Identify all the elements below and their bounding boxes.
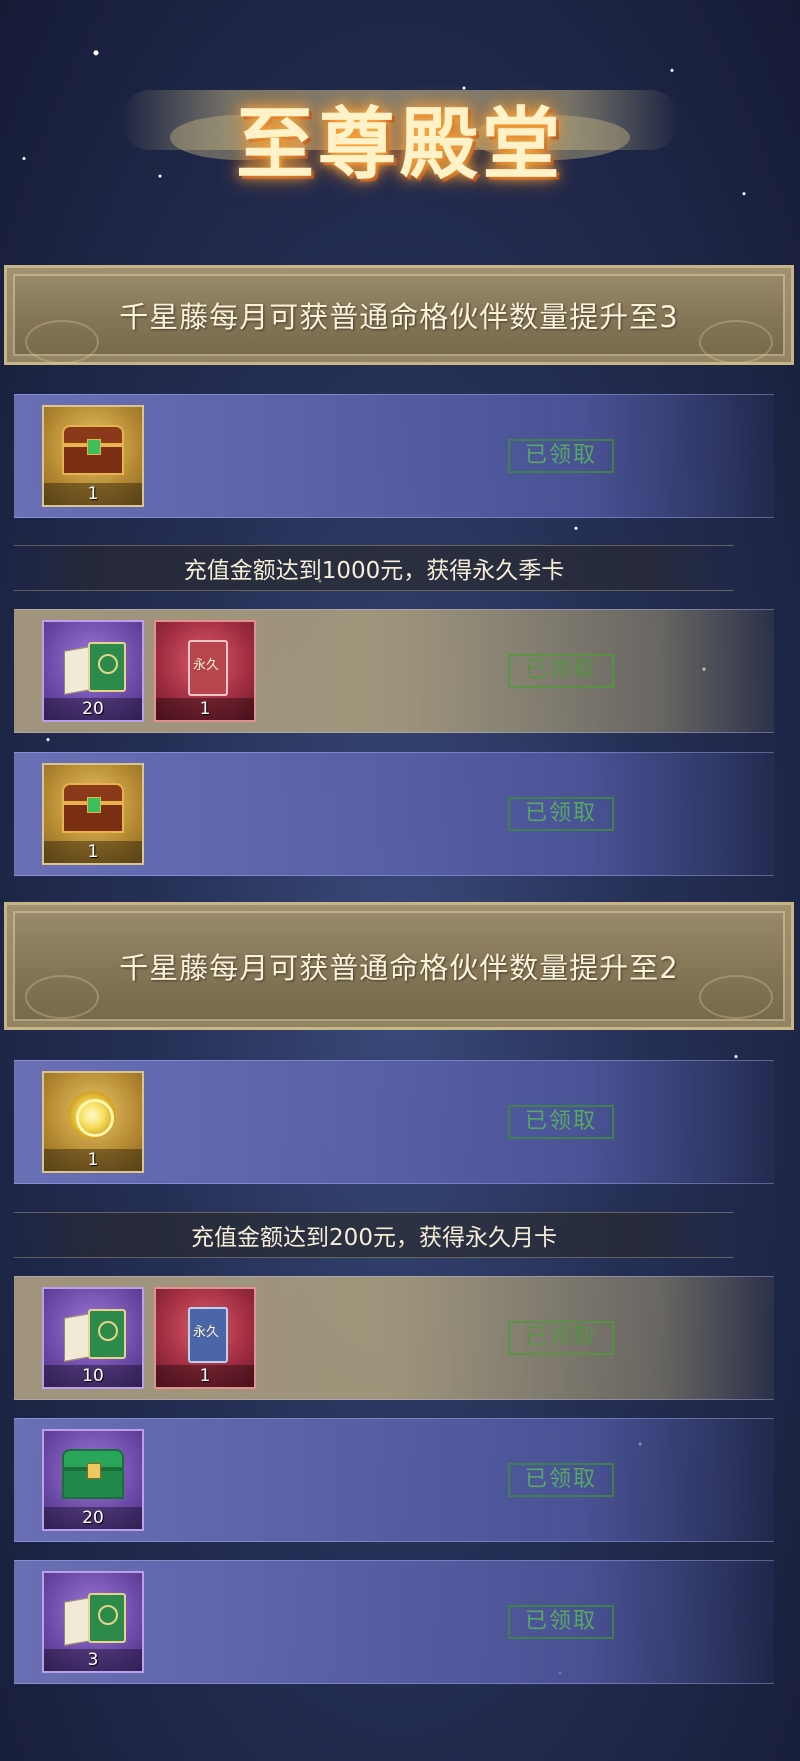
item-count: 20 — [44, 1507, 142, 1529]
permanent-card-icon: 永久 — [174, 1307, 236, 1363]
treasure-chest-icon — [62, 425, 124, 475]
golden-orb-icon — [62, 1091, 124, 1141]
page-title: 至尊殿堂 — [235, 99, 564, 190]
reward-row: 3 已领取 — [14, 1560, 774, 1684]
reward-item[interactable]: 永久 1 — [154, 1287, 256, 1389]
reward-item[interactable]: 1 — [42, 405, 144, 507]
green-chest-icon — [62, 1449, 124, 1499]
claimed-stamp: 已领取 — [508, 1605, 614, 1639]
item-count: 1 — [156, 698, 254, 720]
claimed-stamp: 已领取 — [508, 654, 614, 688]
section-banner-text: 千星藤每月可获普通命格伙伴数量提升至2 — [119, 951, 679, 985]
claimed-stamp: 已领取 — [508, 1321, 614, 1355]
section-banner-text: 千星藤每月可获普通命格伙伴数量提升至3 — [119, 300, 679, 334]
reward-item[interactable]: 永久 1 — [154, 620, 256, 722]
treasure-chest-icon — [62, 783, 124, 833]
item-count: 20 — [44, 698, 142, 720]
reward-item[interactable]: 10 — [42, 1287, 144, 1389]
reward-item[interactable]: 20 — [42, 620, 144, 722]
claimed-stamp: 已领取 — [508, 439, 614, 473]
section-banner-2: 千星藤每月可获普通命格伙伴数量提升至2 — [4, 902, 794, 1030]
item-count: 1 — [44, 483, 142, 505]
claimed-stamp: 已领取 — [508, 797, 614, 831]
reward-item[interactable]: 1 — [42, 763, 144, 865]
skill-book-icon — [62, 1307, 126, 1362]
permanent-card-icon: 永久 — [174, 640, 236, 696]
reward-item[interactable]: 3 — [42, 1571, 144, 1673]
reward-row: 1 已领取 — [14, 752, 774, 876]
reward-row: 1 已领取 — [14, 1060, 774, 1184]
skill-book-icon — [62, 1591, 126, 1646]
skill-book-icon — [62, 640, 126, 695]
reward-row: 20 已领取 — [14, 1418, 774, 1542]
claimed-stamp: 已领取 — [508, 1105, 614, 1139]
tier-info-bar: 充值金额达到200元，获得永久月卡 — [14, 1212, 734, 1258]
title-header: 至尊殿堂 — [0, 60, 800, 210]
item-count: 1 — [44, 1149, 142, 1171]
item-count: 1 — [156, 1365, 254, 1387]
section-banner-1: 千星藤每月可获普通命格伙伴数量提升至3 — [4, 265, 794, 365]
reward-row: 1 已领取 — [14, 394, 774, 518]
item-count: 10 — [44, 1365, 142, 1387]
item-count: 3 — [44, 1649, 142, 1671]
reward-item[interactable]: 20 — [42, 1429, 144, 1531]
claimed-stamp: 已领取 — [508, 1463, 614, 1497]
reward-row: 10 永久 1 已领取 — [14, 1276, 774, 1400]
tier-info-bar: 充值金额达到1000元，获得永久季卡 — [14, 545, 734, 591]
reward-row: 20 永久 1 已领取 — [14, 609, 774, 733]
item-count: 1 — [44, 841, 142, 863]
reward-item[interactable]: 1 — [42, 1071, 144, 1173]
